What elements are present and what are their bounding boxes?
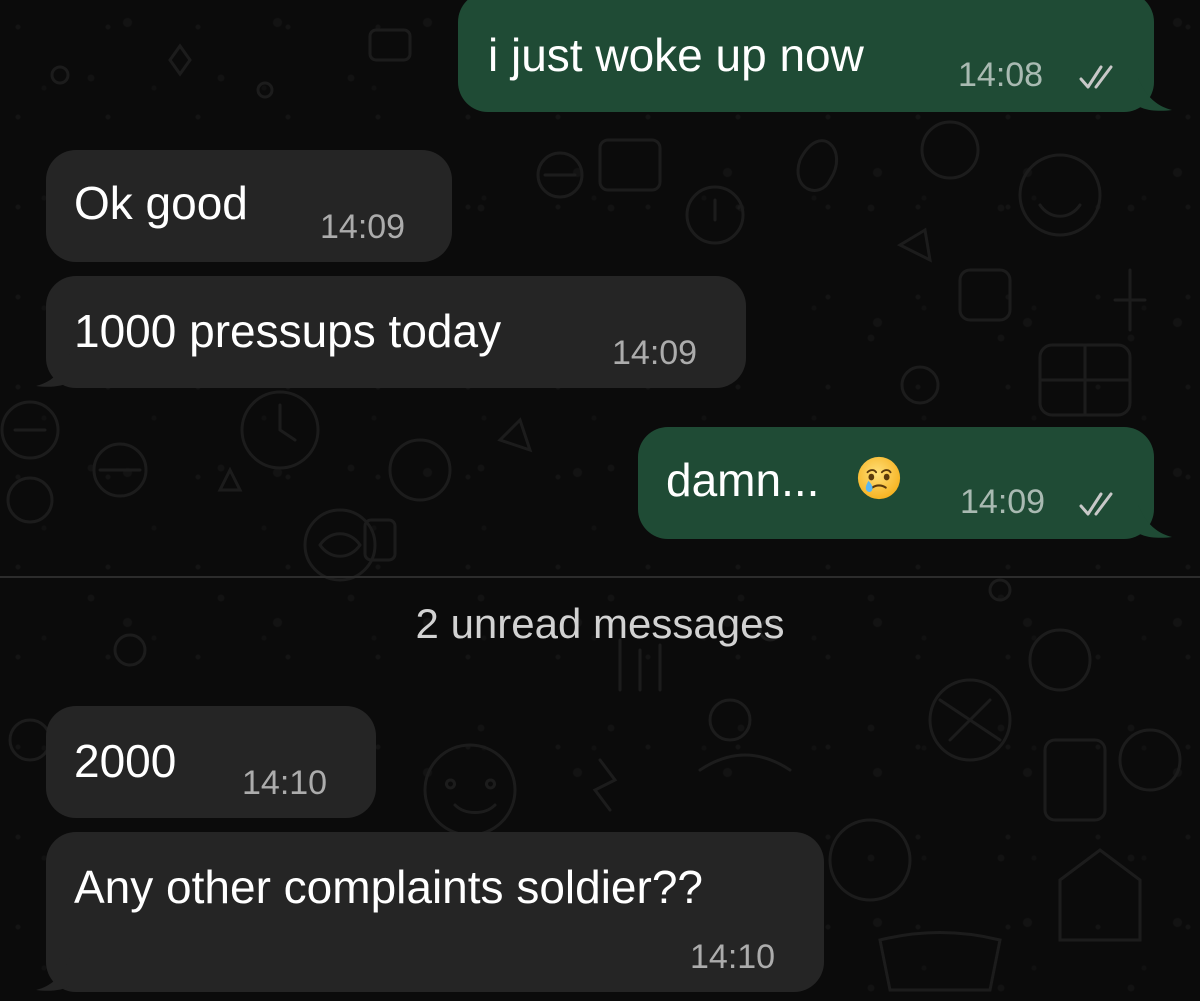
message-bubble-outgoing[interactable]: damn... 14:09: [638, 427, 1154, 539]
message-text: Ok good: [74, 177, 248, 229]
message-text: damn...: [666, 454, 820, 506]
face-holding-back-tears-icon: [857, 456, 901, 500]
message-bubble-incoming[interactable]: Ok good 14:09: [46, 150, 452, 262]
bubble-tail: [1138, 505, 1172, 538]
message-time: 14:09: [612, 334, 698, 372]
bubble-tail: [1138, 78, 1172, 111]
message-text: 2000: [74, 735, 177, 787]
chat-view: i just woke up now 14:08 Ok good 14:09 1…: [0, 0, 1200, 1001]
message-text: Any other complaints soldier??: [74, 861, 703, 913]
message-bubble-incoming[interactable]: 2000 14:10: [46, 706, 376, 818]
message-bubble-outgoing[interactable]: i just woke up now 14:08: [458, 0, 1154, 112]
unread-divider-line: [0, 576, 1200, 578]
double-check-icon: [1079, 492, 1113, 516]
unread-messages-label: 2 unread messages: [415, 600, 785, 647]
message-text: 1000 pressups today: [74, 305, 502, 357]
message-time: 14:09: [960, 483, 1046, 521]
message-bubble-incoming[interactable]: 1000 pressups today 14:09: [46, 276, 746, 388]
double-check-icon: [1079, 65, 1113, 89]
bubble-tail: [36, 354, 70, 387]
message-time: 14:09: [320, 208, 406, 246]
message-time: 14:10: [242, 764, 328, 802]
message-text: i just woke up now: [488, 29, 864, 81]
message-time: 14:08: [958, 56, 1044, 94]
message-time: 14:10: [690, 938, 776, 976]
bubble-tail: [36, 958, 70, 991]
message-bubble-incoming[interactable]: Any other complaints soldier?? 14:10: [46, 832, 824, 992]
